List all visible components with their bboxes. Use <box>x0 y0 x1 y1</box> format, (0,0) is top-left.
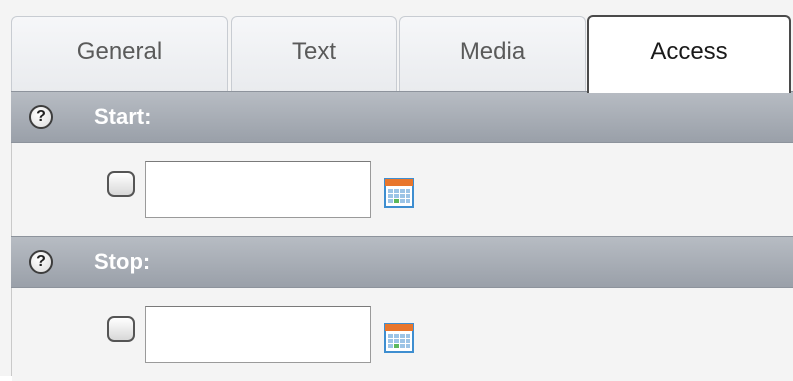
help-icon[interactable]: ? <box>29 250 53 274</box>
calendar-icon[interactable] <box>384 323 414 353</box>
calendar-icon[interactable] <box>384 178 414 208</box>
stop-row <box>12 288 793 381</box>
stop-label: Stop: <box>94 249 151 274</box>
stop-section-header: ? Stop: <box>11 236 793 288</box>
tab-access[interactable]: Access <box>587 15 791 93</box>
tab-general[interactable]: General <box>11 16 228 92</box>
start-date-input[interactable] <box>145 161 371 218</box>
tab-media-label: Media <box>459 37 526 65</box>
start-row <box>12 143 793 236</box>
help-icon[interactable]: ? <box>29 105 53 129</box>
start-section-header: ? Start: <box>11 91 793 143</box>
stop-enable-checkbox[interactable] <box>107 316 135 342</box>
tab-access-label: Access <box>650 38 728 65</box>
tab-text-label: Text <box>291 37 336 65</box>
start-label: Start: <box>94 104 152 129</box>
tab-bar: General Text Media Access <box>0 0 793 93</box>
tab-media[interactable]: Media <box>399 16 586 92</box>
access-panel: General Text Media Access ? Start: ? Sto… <box>0 0 793 381</box>
start-enable-checkbox[interactable] <box>107 171 135 197</box>
stop-date-input[interactable] <box>145 306 371 363</box>
tab-general-label: General <box>76 37 163 65</box>
tab-text[interactable]: Text <box>231 16 397 92</box>
